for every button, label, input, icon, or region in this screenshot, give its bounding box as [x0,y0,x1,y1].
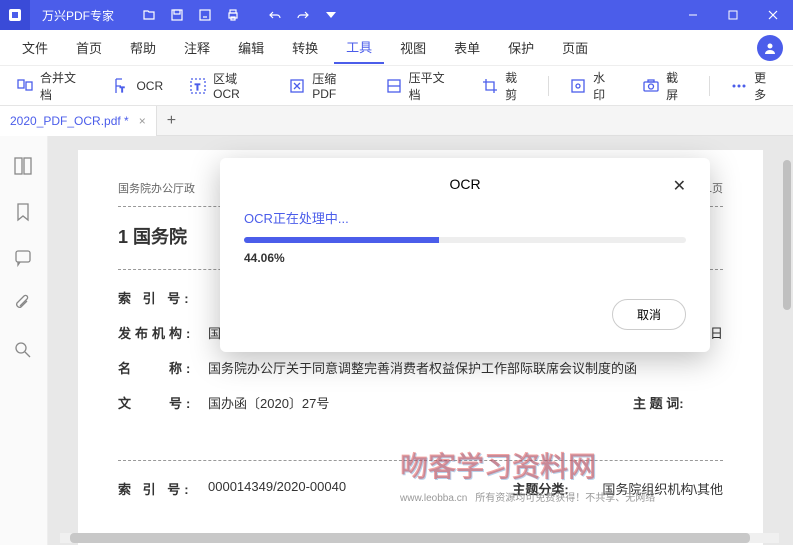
print-icon[interactable] [220,2,246,28]
menu-edit[interactable]: 编辑 [226,32,276,63]
horizontal-scrollbar[interactable] [60,533,779,543]
document-tab[interactable]: 2020_PDF_OCR.pdf * × [0,106,157,136]
menu-tools[interactable]: 工具 [334,31,384,64]
menu-form[interactable]: 表单 [442,32,492,63]
thumbnails-icon[interactable] [13,156,35,178]
scrollbar-thumb[interactable] [783,160,791,310]
progress-fill [244,237,439,243]
tab-add-button[interactable]: + [157,112,186,130]
dialog-close-icon[interactable]: ✕ [673,176,686,196]
search-icon[interactable] [13,340,35,362]
window-controls [673,0,793,30]
menu-convert[interactable]: 转换 [280,32,330,63]
crop-icon [481,77,499,95]
tabbar: 2020_PDF_OCR.pdf * × + [0,106,793,136]
attachments-icon[interactable] [13,294,35,316]
watermark-button[interactable]: 水印 [563,65,622,107]
field-label: 名 称: [118,358,208,377]
menu-page[interactable]: 页面 [550,32,600,63]
bookmark-icon[interactable] [13,202,35,224]
minimize-button[interactable] [673,0,713,30]
quick-access-toolbar [136,2,344,28]
cancel-button[interactable]: 取消 [612,299,686,330]
save-icon[interactable] [164,2,190,28]
field-value: 国办函〔2020〕27号 [208,393,633,412]
annotations-icon[interactable] [13,248,35,270]
toolbar: 合并文档 TOCR T区域OCR 压缩PDF 压平文档 裁剪 水印 截屏 更多 [0,66,793,106]
field-label: 文 号: [118,393,208,412]
titlebar: 万兴PDF专家 [0,0,793,30]
page-header-left: 国务院办公厅政 [118,180,195,196]
svg-text:T: T [120,87,125,94]
menu-view[interactable]: 视图 [388,32,438,63]
scrollbar-thumb[interactable] [70,533,750,543]
field-label: 索 引 号: [118,479,208,498]
progress-percent: 44.06% [244,251,686,265]
customize-icon[interactable] [318,2,344,28]
menu-file[interactable]: 文件 [10,32,60,63]
ocr-dialog: OCR ✕ OCR正在处理中... 44.06% 取消 [220,158,710,352]
compress-button[interactable]: 压缩PDF [282,66,364,105]
menu-annotate[interactable]: 注释 [172,32,222,63]
field-label: 主 题 词: [633,393,723,412]
maximize-button[interactable] [713,0,753,30]
field-label: 索 引 号: [118,288,208,307]
progress-bar [244,237,686,243]
field-value: 000014349/2020-00040 [208,479,512,498]
app-logo-icon [0,0,30,30]
menu-home[interactable]: 首页 [64,32,114,63]
more-icon [730,77,748,95]
toolbar-separator [709,76,710,96]
app-name: 万兴PDF专家 [30,7,126,24]
compress-icon [288,77,306,95]
save-as-icon[interactable] [192,2,218,28]
field-label: 主题分类: [512,479,602,498]
field-label: 发布机构: [118,323,208,342]
open-icon[interactable] [136,2,162,28]
tab-close-icon[interactable]: × [139,114,146,128]
ocr-button[interactable]: TOCR [106,73,169,99]
vertical-scrollbar[interactable] [783,140,791,520]
ocr-icon: T [112,77,130,95]
dialog-status: OCR正在处理中... [244,208,686,227]
area-ocr-icon: T [189,77,207,95]
area-ocr-button[interactable]: T区域OCR [183,66,268,105]
redo-icon[interactable] [290,2,316,28]
dialog-title: OCR [449,176,480,192]
watermark-icon [569,77,587,95]
toolbar-separator [548,76,549,96]
user-avatar-icon[interactable] [757,35,783,61]
svg-text:T: T [195,83,200,92]
field-value: 国务院办公厅关于同意调整完善消费者权益保护工作部际联席会议制度的函 [208,358,723,377]
menu-help[interactable]: 帮助 [118,32,168,63]
undo-icon[interactable] [262,2,288,28]
flatten-button[interactable]: 压平文档 [379,65,461,107]
menubar: 文件 首页 帮助 注释 编辑 转换 工具 视图 表单 保护 页面 [0,30,793,66]
screenshot-button[interactable]: 截屏 [636,65,695,107]
divider [248,2,260,28]
menu-protect[interactable]: 保护 [496,32,546,63]
crop-button[interactable]: 裁剪 [475,65,534,107]
merge-button[interactable]: 合并文档 [10,65,92,107]
camera-icon [642,77,660,95]
field-value: 国务院组织机构\其他 [602,479,723,498]
close-button[interactable] [753,0,793,30]
more-button[interactable]: 更多 [724,65,783,107]
tab-label: 2020_PDF_OCR.pdf * [10,114,129,128]
sidebar [0,136,48,545]
flatten-icon [385,77,403,95]
merge-icon [16,77,34,95]
